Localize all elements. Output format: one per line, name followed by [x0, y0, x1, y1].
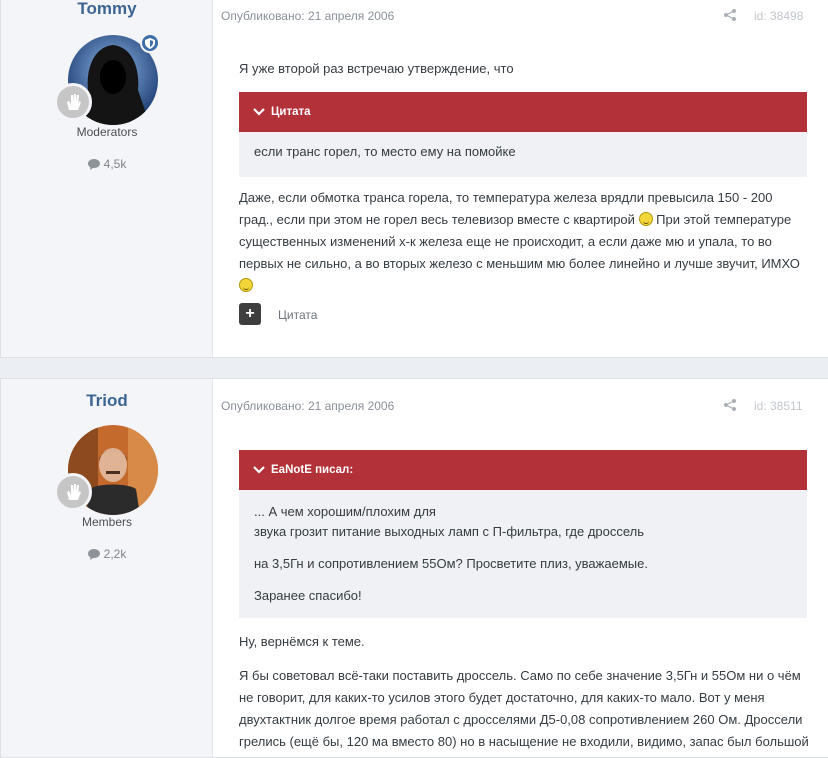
- quote-body: ... А чем хорошим/плохим для звука грози…: [239, 490, 807, 606]
- user-group: Moderators: [76, 125, 138, 139]
- user-group: Members: [81, 515, 132, 529]
- post-date[interactable]: Опубликовано: 21 апреля 2006: [221, 9, 394, 23]
- plus-icon[interactable]: +: [239, 303, 261, 325]
- post-count-value: 4,5k: [103, 157, 127, 171]
- post-id[interactable]: id: 38498: [754, 9, 803, 23]
- post-count-value: 2,2k: [103, 547, 127, 561]
- quote-header[interactable]: Цитата: [239, 92, 807, 132]
- post: Tommy Moderators 4,5k Опубликовано: 21 а…: [0, 0, 828, 358]
- post-content: Опубликовано: 21 апреля 2006 id: 38511 E…: [213, 379, 828, 757]
- hand-icon: [54, 83, 92, 121]
- quote-button-label[interactable]: Цитата: [278, 308, 317, 322]
- share-icon[interactable]: [724, 9, 736, 24]
- quote-block: Цитата если транс горел, то место ему на…: [239, 92, 807, 177]
- quote-title: Цитата: [271, 106, 311, 118]
- smiley-icon: [638, 212, 653, 226]
- author-name[interactable]: Tommy: [1, 0, 213, 19]
- comment-icon: [87, 548, 100, 560]
- quote-body: если транс горел, то место ему на помойк…: [239, 132, 807, 159]
- post-count[interactable]: 4,5k: [1, 157, 213, 171]
- comment-icon: [87, 158, 100, 170]
- avatar-container: [54, 425, 158, 515]
- quote-title: EaNotE писал:: [271, 464, 354, 476]
- post-intro: Я уже второй раз встречаю утверждение, ч…: [239, 61, 514, 76]
- post-date[interactable]: Опубликовано: 21 апреля 2006: [221, 399, 394, 413]
- quote-block: EaNotE писал: ... А чем хорошим/плохим д…: [239, 450, 807, 618]
- quote-line: на 3,5Гн и сопротивлением 55Ом? Просвети…: [254, 556, 648, 571]
- quote-line: Заранее спасибо!: [254, 588, 362, 603]
- author-name[interactable]: Triod: [1, 391, 213, 411]
- author-panel: Triod Members 2,2k: [1, 379, 213, 757]
- post-id[interactable]: id: 38511: [754, 399, 803, 413]
- chevron-down-icon: [253, 108, 265, 116]
- share-icon[interactable]: [724, 399, 736, 414]
- post: Triod Members 2,2k Опубликовано: 21 апре…: [0, 378, 828, 758]
- smiley-icon: [239, 278, 253, 292]
- avatar-container: [54, 33, 160, 125]
- author-panel: Tommy Moderators 4,5k: [1, 0, 213, 357]
- post-content: Опубликовано: 21 апреля 2006 id: 38498 Я…: [213, 0, 828, 357]
- quote-header[interactable]: EaNotE писал:: [239, 450, 807, 490]
- quote-line: ... А чем хорошим/плохим для: [254, 504, 436, 519]
- quote-line: если транс горел, то место ему на помойк…: [254, 144, 516, 159]
- reply-text: Я бы советовал всё-таки поставить дроссе…: [239, 668, 809, 749]
- hand-icon: [54, 473, 92, 511]
- post-count[interactable]: 2,2k: [1, 547, 213, 561]
- chevron-down-icon: [253, 466, 265, 474]
- quote-line: звука грозит питание выходных ламп с П-ф…: [254, 524, 645, 539]
- reply-text: Ну, вернёмся к теме.: [239, 634, 365, 649]
- shield-icon: [140, 33, 160, 53]
- post-body: Даже, если обмотка транса горела, то тем…: [239, 187, 809, 297]
